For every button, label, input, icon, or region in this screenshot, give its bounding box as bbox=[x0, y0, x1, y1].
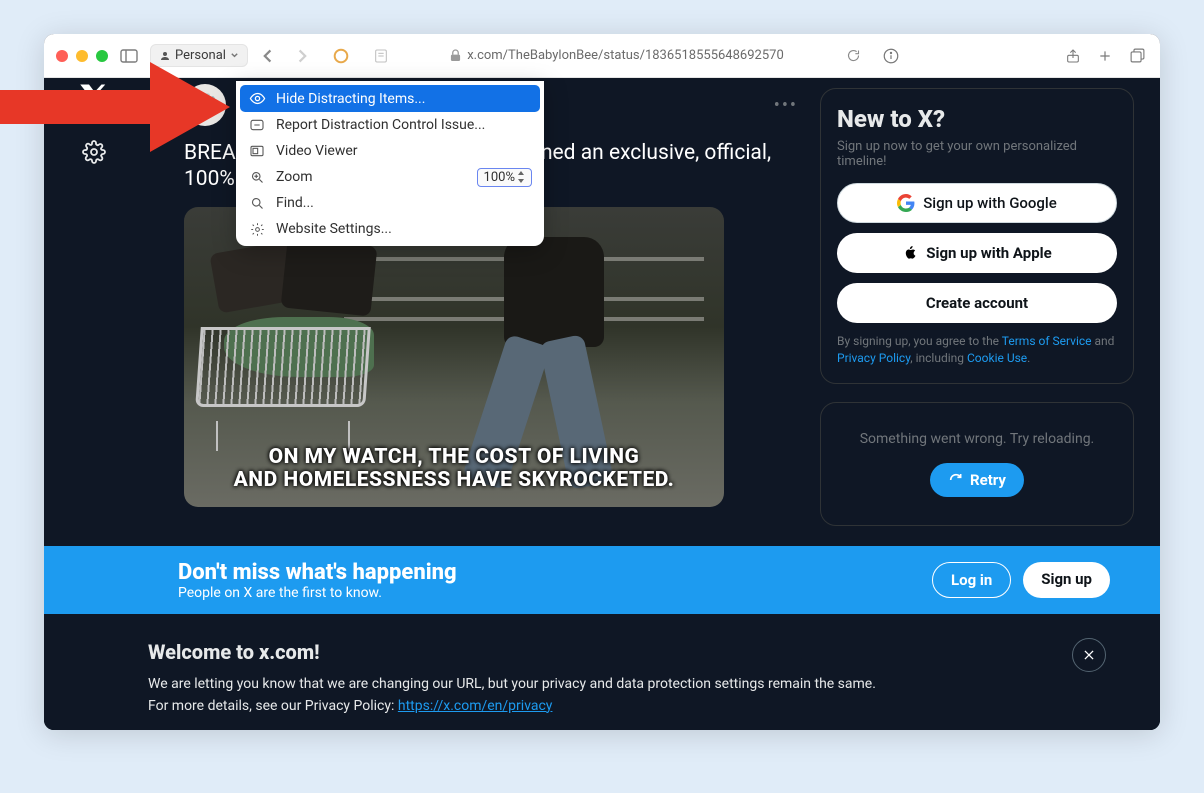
x-logo-icon[interactable] bbox=[79, 82, 109, 116]
report-icon bbox=[248, 117, 266, 133]
tweet-media[interactable]: ON MY WATCH, THE COST OF LIVING AND HOME… bbox=[184, 207, 724, 507]
zoom-icon bbox=[248, 170, 266, 185]
signup-button[interactable]: Sign up bbox=[1023, 562, 1110, 598]
page-settings-menu: Hide Distracting Items... Report Distrac… bbox=[236, 81, 544, 246]
error-card: Something went wrong. Try reloading. Ret… bbox=[820, 402, 1134, 526]
profile-label: Personal bbox=[175, 48, 226, 63]
close-notice-button[interactable] bbox=[1072, 638, 1106, 672]
sidebar-toggle-icon[interactable] bbox=[118, 45, 140, 67]
tos-link[interactable]: Terms of Service bbox=[1002, 334, 1092, 348]
google-logo-icon bbox=[897, 194, 915, 212]
settings-gear-icon bbox=[248, 222, 266, 237]
signup-apple-button[interactable]: Sign up with Apple bbox=[837, 233, 1117, 273]
traffic-lights bbox=[56, 50, 108, 62]
share-icon[interactable] bbox=[1062, 45, 1084, 67]
browser-toolbar: Personal x.com/TheBabylonBee/status/1836… bbox=[44, 34, 1160, 78]
forward-button[interactable] bbox=[290, 45, 312, 67]
tabs-overview-icon[interactable] bbox=[1126, 45, 1148, 67]
close-icon bbox=[1082, 648, 1096, 662]
apple-logo-icon bbox=[902, 244, 918, 262]
retry-button[interactable]: Retry bbox=[930, 463, 1024, 497]
maximize-window[interactable] bbox=[96, 50, 108, 62]
signup-card: New to X? Sign up now to get your own pe… bbox=[820, 88, 1134, 384]
close-window[interactable] bbox=[56, 50, 68, 62]
info-icon[interactable] bbox=[880, 45, 902, 67]
video-caption: ON MY WATCH, THE COST OF LIVING AND HOME… bbox=[184, 446, 724, 492]
cookie-link[interactable]: Cookie Use bbox=[967, 351, 1027, 365]
notice-title: Welcome to x.com! bbox=[148, 640, 1112, 664]
signup-google-button[interactable]: Sign up with Google bbox=[837, 183, 1117, 223]
menu-report-distraction[interactable]: Report Distraction Control Issue... bbox=[240, 112, 540, 138]
more-icon[interactable]: ••• bbox=[774, 95, 798, 116]
video-viewer-icon bbox=[248, 143, 266, 159]
author-avatar[interactable]: 🐝 bbox=[184, 84, 226, 126]
url-text: x.com/TheBabylonBee/status/1836518555648… bbox=[467, 48, 784, 63]
notice-line2: For more details, see our Privacy Policy… bbox=[148, 696, 1112, 718]
page-settings-icon[interactable] bbox=[370, 45, 392, 67]
url-change-notice: Welcome to x.com! We are letting you kno… bbox=[44, 614, 1160, 730]
login-banner: Don't miss what's happening People on X … bbox=[44, 546, 1160, 614]
browser-window: Personal x.com/TheBabylonBee/status/1836… bbox=[44, 34, 1160, 730]
profile-selector[interactable]: Personal bbox=[150, 44, 248, 67]
privacy-link[interactable]: Privacy Policy bbox=[837, 351, 910, 365]
address-bar[interactable]: x.com/TheBabylonBee/status/1836518555648… bbox=[402, 48, 832, 63]
login-button[interactable]: Log in bbox=[932, 562, 1011, 598]
menu-hide-distracting[interactable]: Hide Distracting Items... bbox=[240, 85, 540, 112]
menu-video-viewer[interactable]: Video Viewer bbox=[240, 138, 540, 164]
privacy-policy-link[interactable]: https://x.com/en/privacy bbox=[398, 698, 553, 714]
signup-heading: New to X? bbox=[837, 105, 1117, 133]
reload-icon bbox=[948, 472, 964, 488]
find-icon bbox=[248, 196, 266, 211]
reload-icon[interactable] bbox=[842, 45, 864, 67]
error-message: Something went wrong. Try reloading. bbox=[835, 431, 1119, 447]
back-button[interactable] bbox=[258, 45, 280, 67]
banner-title: Don't miss what's happening bbox=[178, 560, 457, 585]
create-account-button[interactable]: Create account bbox=[837, 283, 1117, 323]
signup-fineprint: By signing up, you agree to the Terms of… bbox=[837, 333, 1117, 367]
banner-sub: People on X are the first to know. bbox=[178, 585, 457, 601]
minimize-window[interactable] bbox=[76, 50, 88, 62]
settings-icon[interactable] bbox=[82, 140, 106, 168]
zoom-value[interactable]: 100% bbox=[477, 168, 532, 187]
menu-website-settings[interactable]: Website Settings... bbox=[240, 216, 540, 242]
notice-line1: We are letting you know that we are chan… bbox=[148, 674, 1112, 696]
menu-zoom[interactable]: Zoom 100% bbox=[240, 164, 540, 190]
signup-sub: Sign up now to get your own personalized… bbox=[837, 139, 1117, 169]
menu-find[interactable]: Find... bbox=[240, 190, 540, 216]
eye-hide-icon bbox=[248, 90, 266, 107]
new-tab-icon[interactable] bbox=[1094, 45, 1116, 67]
ring-icon[interactable] bbox=[330, 45, 352, 67]
